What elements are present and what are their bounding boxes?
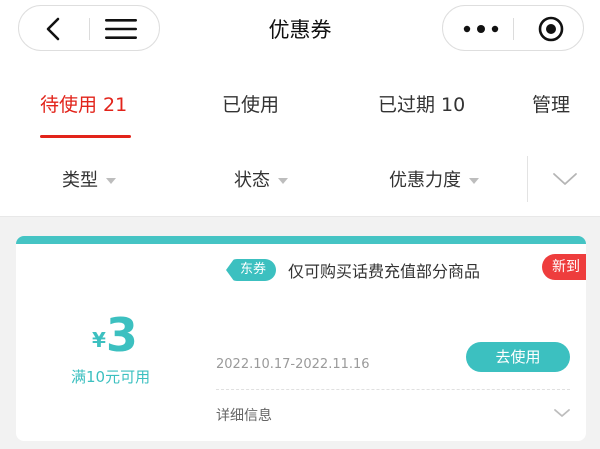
caret-down-icon (278, 178, 288, 184)
nav-left-capsule (18, 5, 160, 51)
capsule-divider (513, 18, 514, 40)
currency-symbol: ¥ (92, 328, 106, 352)
caret-down-icon (469, 178, 479, 184)
more-dots-icon[interactable] (463, 25, 499, 33)
navigation-bar: 优惠券 (0, 0, 600, 64)
active-tab-indicator (40, 135, 131, 138)
nav-right-capsule (442, 5, 584, 51)
menu-icon[interactable] (105, 18, 137, 40)
filter-discount-label: 优惠力度 (389, 170, 461, 191)
coupon-validity-period: 2022.10.17-2022.11.16 (216, 357, 370, 372)
new-badge: 新到 (542, 254, 586, 280)
coupon-amount: ¥3 (92, 308, 138, 362)
chevron-down-icon[interactable] (552, 172, 578, 186)
coupon-status-tabs: 待使用 21 已使用 已过期 10 管理 (0, 64, 600, 143)
filter-bar: 类型 状态 优惠力度 (0, 142, 600, 217)
chevron-down-icon[interactable] (553, 408, 571, 419)
coupon-card[interactable]: ¥3 满10元可用 东券 仅可购买话费充值部分商品 新到 2022.10.17-… (16, 236, 586, 441)
dashed-divider (216, 389, 570, 390)
tab-manage[interactable]: 管理 (532, 90, 570, 117)
coupon-card-top-strip (16, 236, 586, 244)
tab-used[interactable]: 已使用 (222, 90, 279, 117)
filter-type[interactable]: 类型 (62, 166, 116, 192)
filter-divider (527, 156, 528, 202)
filter-type-label: 类型 (62, 170, 98, 191)
filter-discount[interactable]: 优惠力度 (389, 166, 479, 192)
coupon-description: 仅可购买话费充值部分商品 (288, 262, 481, 281)
back-arrow-icon[interactable] (45, 17, 63, 41)
target-close-icon[interactable] (538, 16, 564, 42)
use-coupon-button[interactable]: 去使用 (466, 342, 570, 372)
filter-status[interactable]: 状态 (234, 166, 288, 192)
tab-unused[interactable]: 待使用 21 (40, 90, 127, 117)
capsule-divider (89, 18, 90, 40)
filter-status-label: 状态 (234, 170, 270, 191)
caret-down-icon (106, 178, 116, 184)
coupon-condition: 满10元可用 (71, 368, 151, 386)
detail-info-label[interactable]: 详细信息 (216, 405, 272, 425)
coupon-type-tag: 东券 (226, 259, 277, 281)
coupon-value: 3 (105, 308, 138, 362)
tab-expired[interactable]: 已过期 10 (378, 90, 465, 117)
page-title: 优惠券 (268, 18, 332, 42)
